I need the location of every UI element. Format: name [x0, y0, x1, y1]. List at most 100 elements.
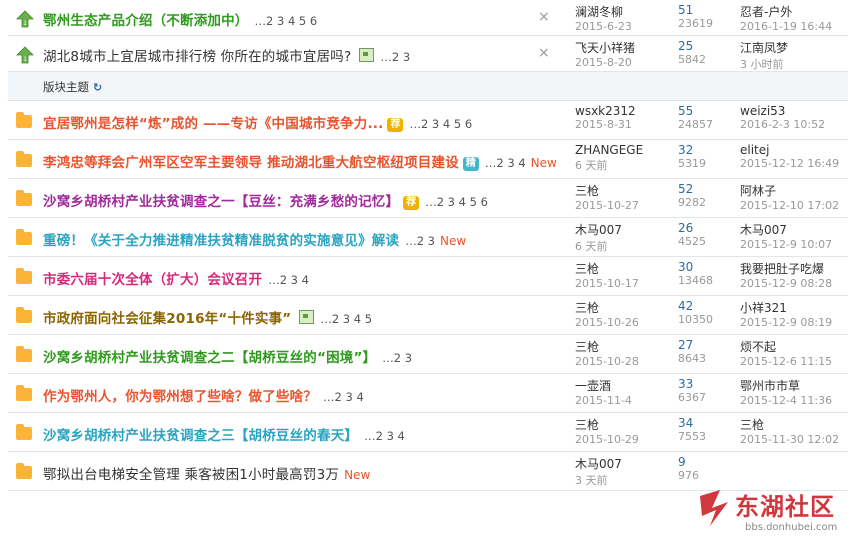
- author-cell: 三枪 2015-10-26: [575, 299, 665, 329]
- thread-row[interactable]: 李鸿忠等拜会广州军区空军主要领导 推动湖北重大航空枢纽项目建设精 …2 3 4 Ne…: [8, 140, 848, 179]
- reply-count[interactable]: 34: [678, 416, 728, 430]
- close-icon[interactable]: ×: [538, 45, 550, 61]
- thread-row[interactable]: 沙窝乡胡桥村产业扶贫调查之二【胡桥豆丝的“困境”】 …2 3 三枪 2015-10-2…: [8, 335, 848, 374]
- last-post-user[interactable]: 三枪: [740, 416, 850, 433]
- thread-title-link[interactable]: 宜居鄂州是怎样“炼”成的 ——专访《中国城市竞争力...: [43, 116, 383, 132]
- page-links[interactable]: …2 3: [380, 50, 410, 64]
- author-name[interactable]: ZHANGEGE: [575, 143, 665, 157]
- page-links[interactable]: …2 3 4: [364, 429, 405, 443]
- last-post-time[interactable]: 2016-1-19 16:44: [740, 20, 850, 33]
- page-links[interactable]: …2 3: [382, 351, 412, 365]
- page-links[interactable]: …2 3 4: [485, 156, 526, 170]
- folder-icon: [16, 229, 32, 245]
- thread-row[interactable]: 市政府面向社会征集2016年“十件实事” …2 3 4 5 三枪 2015-10-26…: [8, 296, 848, 335]
- thread-title-link[interactable]: 沙窝乡胡桥村产业扶贫调查之二【胡桥豆丝的“困境”】: [43, 350, 376, 366]
- last-post-time[interactable]: 2015-12-6 11:15: [740, 355, 850, 368]
- author-name[interactable]: 三枪: [575, 416, 665, 433]
- thread-title-link[interactable]: 李鸿忠等拜会广州军区空军主要领导 推动湖北重大航空枢纽项目建设: [43, 155, 459, 171]
- last-post-time[interactable]: 2015-12-10 17:02: [740, 199, 850, 212]
- thread-title-link[interactable]: 鄂州生态产品介绍（不断添加中）: [43, 13, 249, 29]
- post-date: 6 天前: [575, 159, 608, 172]
- thread-row[interactable]: 沙窝乡胡桥村产业扶贫调查之一【豆丝：充满乡愁的记忆】荐 …2 3 4 5 6 三枪 2…: [8, 179, 848, 218]
- author-name[interactable]: 三枪: [575, 260, 665, 277]
- author-name[interactable]: 木马007: [575, 221, 665, 238]
- author-cell: 三枪 2015-10-28: [575, 338, 665, 368]
- thread-row[interactable]: 1 鄂州生态产品介绍（不断添加中） …2 3 4 5 6 × 澜湖冬柳 2015-6-23…: [8, 0, 848, 36]
- reply-count[interactable]: 52: [678, 182, 728, 196]
- page-links[interactable]: …2 3 4 5 6: [255, 14, 318, 28]
- page-links[interactable]: …2 3 4: [323, 390, 364, 404]
- last-post-user[interactable]: weizi53: [740, 104, 850, 118]
- recommend-badge: 精: [462, 157, 479, 171]
- last-post-user[interactable]: 忍者-户外: [740, 3, 850, 20]
- page-links[interactable]: …2 3 4 5 6: [409, 117, 472, 131]
- author-name[interactable]: 三枪: [575, 338, 665, 355]
- page-links[interactable]: …2 3: [405, 234, 435, 248]
- thread-title-link[interactable]: 鄂拟出台电梯安全管理 乘客被困1小时最高罚3万: [43, 467, 339, 483]
- thread-title-area: 市政府面向社会征集2016年“十件实事” …2 3 4 5: [43, 307, 372, 327]
- reply-count[interactable]: 30: [678, 260, 728, 274]
- reply-count[interactable]: 26: [678, 221, 728, 235]
- author-name[interactable]: 木马007: [575, 455, 665, 472]
- thread-row[interactable]: 沙窝乡胡桥村产业扶贫调查之三【胡桥豆丝的春天】 …2 3 4 三枪 2015-10-2…: [8, 413, 848, 452]
- last-post-time[interactable]: 2015-12-9 10:07: [740, 238, 850, 251]
- thread-title-area: 李鸿忠等拜会广州军区空军主要领导 推动湖北重大航空枢纽项目建设精 …2 3 4 Ne…: [43, 151, 557, 171]
- author-name[interactable]: 三枪: [575, 299, 665, 316]
- thread-title-area: 鄂拟出台电梯安全管理 乘客被困1小时最高罚3万 New: [43, 463, 370, 483]
- author-name[interactable]: 澜湖冬柳: [575, 3, 665, 20]
- last-post-time[interactable]: 2016-2-3 10:52: [740, 118, 850, 131]
- last-post-time[interactable]: 2015-12-9 08:19: [740, 316, 850, 329]
- thread-title-link[interactable]: 重磅！《关于全力推进精准扶贫精准脱贫的实施意见》解读: [43, 233, 399, 249]
- thread-row[interactable]: 鄂拟出台电梯安全管理 乘客被困1小时最高罚3万 New 木马007 3 天前 9 976: [8, 452, 848, 491]
- thread-title-link[interactable]: 沙窝乡胡桥村产业扶贫调查之三【胡桥豆丝的春天】: [43, 428, 358, 444]
- thread-title-link[interactable]: 市委六届十次全体（扩大）会议召开: [43, 272, 262, 288]
- thread-title-link[interactable]: 市政府面向社会征集2016年“十件实事”: [43, 311, 291, 327]
- thread-title-link[interactable]: 沙窝乡胡桥村产业扶贫调查之一【豆丝：充满乡愁的记忆】: [43, 194, 399, 210]
- last-post-user[interactable]: 我要把肚子吃爆: [740, 260, 850, 277]
- last-post-user[interactable]: elitej: [740, 143, 850, 157]
- reply-count[interactable]: 55: [678, 104, 728, 118]
- last-post-time[interactable]: 2015-11-30 12:02: [740, 433, 850, 446]
- thread-row[interactable]: 1 湖北8城市上宜居城市排行榜 你所在的城市宜居吗? …2 3 × 飞天小祥猪 2015-…: [8, 36, 848, 72]
- last-post-user[interactable]: 木马007: [740, 221, 850, 238]
- last-post-user[interactable]: 鄂州市市草: [740, 377, 850, 394]
- last-post-user[interactable]: 烦不起: [740, 338, 850, 355]
- reply-count[interactable]: 27: [678, 338, 728, 352]
- thread-row[interactable]: 重磅！《关于全力推进精准扶贫精准脱贫的实施意见》解读 …2 3 New 木马007 6 …: [8, 218, 848, 257]
- thread-row[interactable]: 宜居鄂州是怎样“炼”成的 ——专访《中国城市竞争力... 荐 …2 3 4 5 6 w…: [8, 101, 848, 140]
- page-links[interactable]: …2 3 4 5 6: [425, 195, 488, 209]
- reply-count[interactable]: 33: [678, 377, 728, 391]
- thread-row[interactable]: 市委六届十次全体（扩大）会议召开 …2 3 4 三枪 2015-10-17 30 1346…: [8, 257, 848, 296]
- folder-icon: [16, 112, 32, 128]
- reply-count[interactable]: 42: [678, 299, 728, 313]
- last-post-time[interactable]: 2015-12-12 16:49: [740, 157, 850, 170]
- last-post-time[interactable]: 2015-12-9 08:28: [740, 277, 850, 290]
- last-post-user[interactable]: 阿林子: [740, 182, 850, 199]
- post-date: 2015-10-28: [575, 355, 639, 368]
- last-post-user[interactable]: 江南凤梦: [740, 39, 850, 56]
- reply-count[interactable]: 51: [678, 3, 728, 17]
- last-post-cell: 木马007 2015-12-9 10:07: [740, 221, 850, 251]
- last-post-time[interactable]: 3 小时前: [740, 56, 850, 72]
- last-post-user[interactable]: 小祥321: [740, 299, 850, 316]
- last-post-cell: weizi53 2016-2-3 10:52: [740, 104, 850, 131]
- page-links[interactable]: …2 3 4: [268, 273, 309, 287]
- refresh-icon[interactable]: ↻: [93, 81, 102, 94]
- last-post-time[interactable]: 2015-12-4 11:36: [740, 394, 850, 407]
- new-tag: New: [344, 468, 371, 482]
- thread-row[interactable]: 作为鄂州人，你为鄂州想了些啥？做了些啥？ …2 3 4 一壶酒 2015-11-4 33…: [8, 374, 848, 413]
- close-icon[interactable]: ×: [538, 9, 550, 25]
- thread-title-link[interactable]: 湖北8城市上宜居城市排行榜 你所在的城市宜居吗?: [43, 49, 351, 65]
- page-links[interactable]: …2 3 4 5: [320, 312, 372, 326]
- thread-title-link[interactable]: 作为鄂州人，你为鄂州想了些啥？做了些啥？: [43, 389, 317, 405]
- author-name[interactable]: 一壶酒: [575, 377, 665, 394]
- folder-icon: [16, 190, 32, 206]
- author-name[interactable]: 三枪: [575, 182, 665, 199]
- author-name[interactable]: 飞天小祥猪: [575, 39, 665, 56]
- reply-count[interactable]: 32: [678, 143, 728, 157]
- reply-count[interactable]: 9: [678, 455, 728, 469]
- recommend-badge: 荐: [387, 118, 404, 132]
- reply-count[interactable]: 25: [678, 39, 728, 53]
- thread-title-area: 沙窝乡胡桥村产业扶贫调查之三【胡桥豆丝的春天】 …2 3 4: [43, 424, 405, 444]
- author-name[interactable]: wsxk2312: [575, 104, 665, 118]
